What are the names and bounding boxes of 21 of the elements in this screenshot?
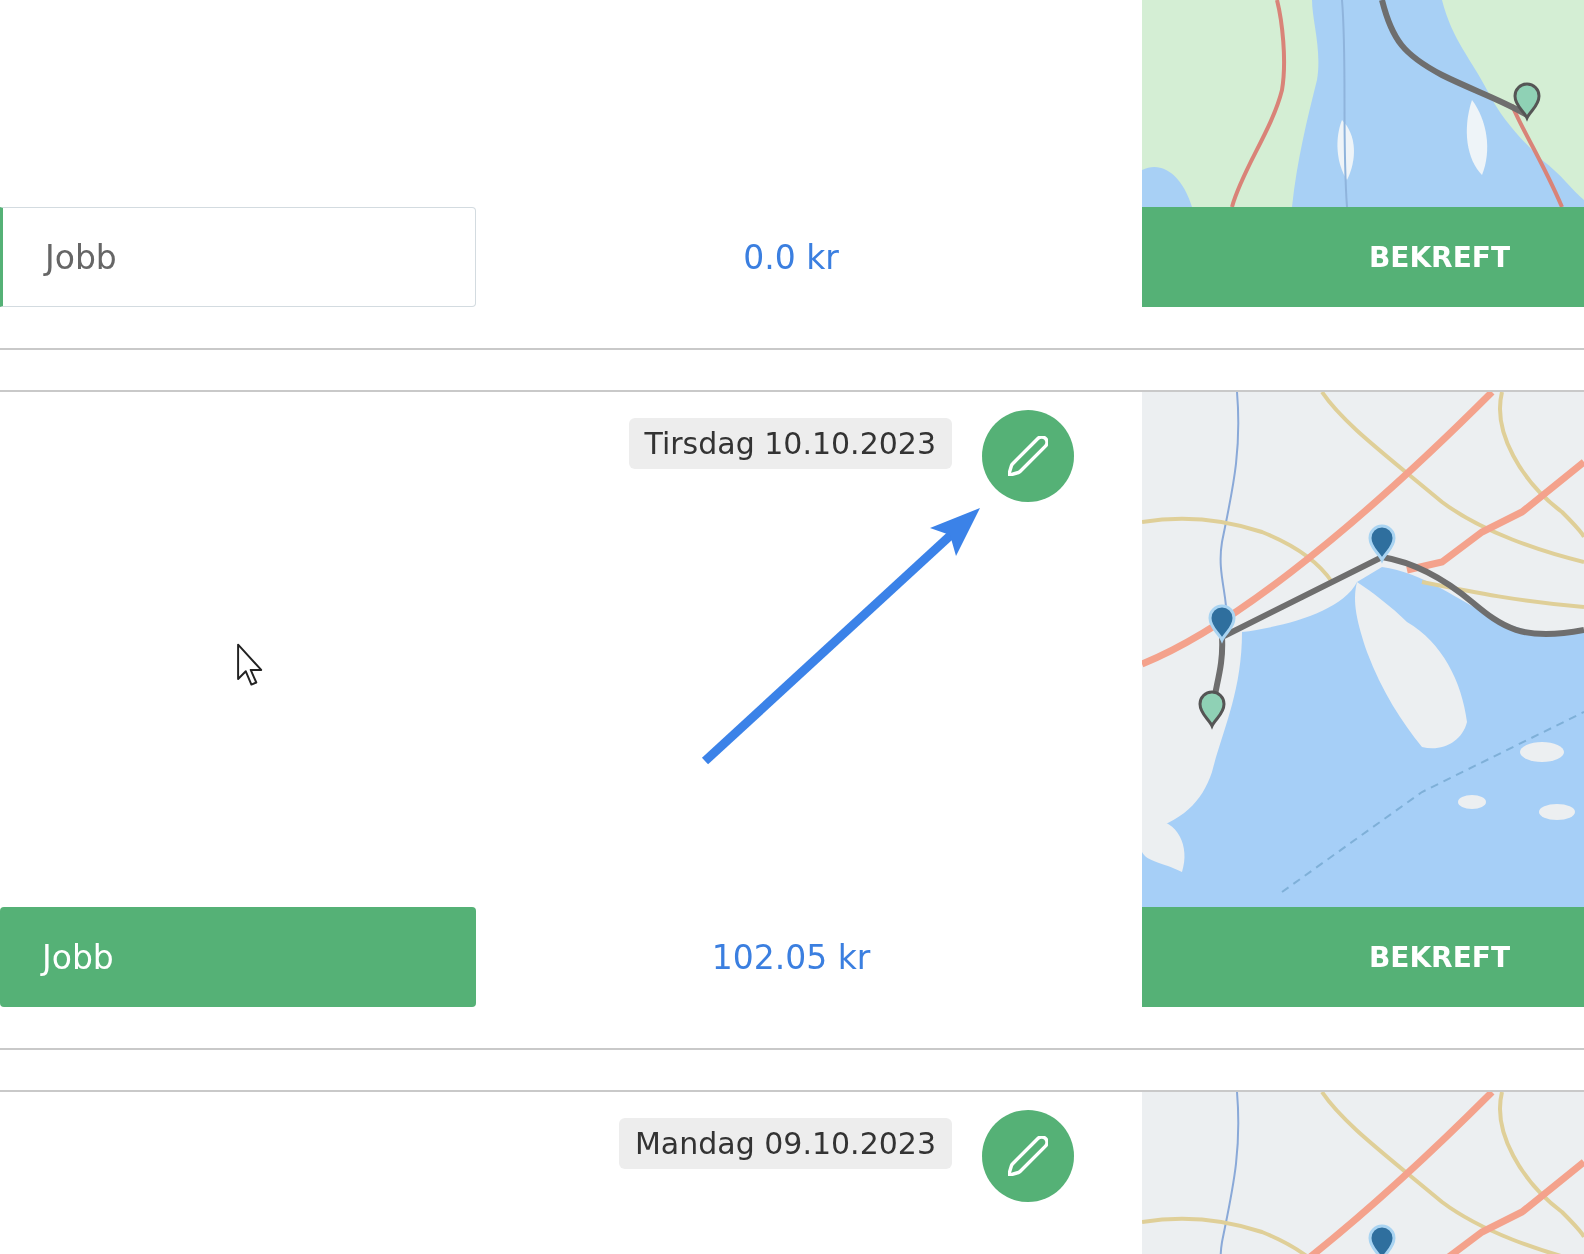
water-area <box>1142 167 1192 207</box>
mouse-pointer-icon <box>237 643 263 686</box>
confirm-button[interactable]: BEKREFT <box>1142 907 1584 1007</box>
island <box>1539 804 1575 820</box>
confirm-button[interactable]: BEKREFT <box>1142 207 1584 307</box>
pencil-icon <box>1008 436 1048 476</box>
pencil-icon <box>1008 1136 1048 1176</box>
trip-date: Tirsdag 10.10.2023 <box>628 418 952 469</box>
map-pin-icon <box>1368 524 1396 562</box>
island <box>1458 795 1486 809</box>
map-pin-icon <box>1368 1224 1396 1254</box>
trip-date: Mandag 09.10.2023 <box>618 1118 952 1169</box>
trip-amount: 102.05 kr <box>711 937 871 977</box>
trip-amount: 0.0 kr <box>743 237 839 277</box>
map-pin-icon <box>1208 604 1236 642</box>
map-pin-icon <box>1513 82 1541 120</box>
map-pin-icon <box>1198 690 1226 728</box>
trip-type-button[interactable]: Jobb <box>0 207 476 307</box>
island <box>1520 742 1564 762</box>
trip-type-button[interactable]: Jobb <box>0 907 476 1007</box>
island <box>1337 120 1354 180</box>
